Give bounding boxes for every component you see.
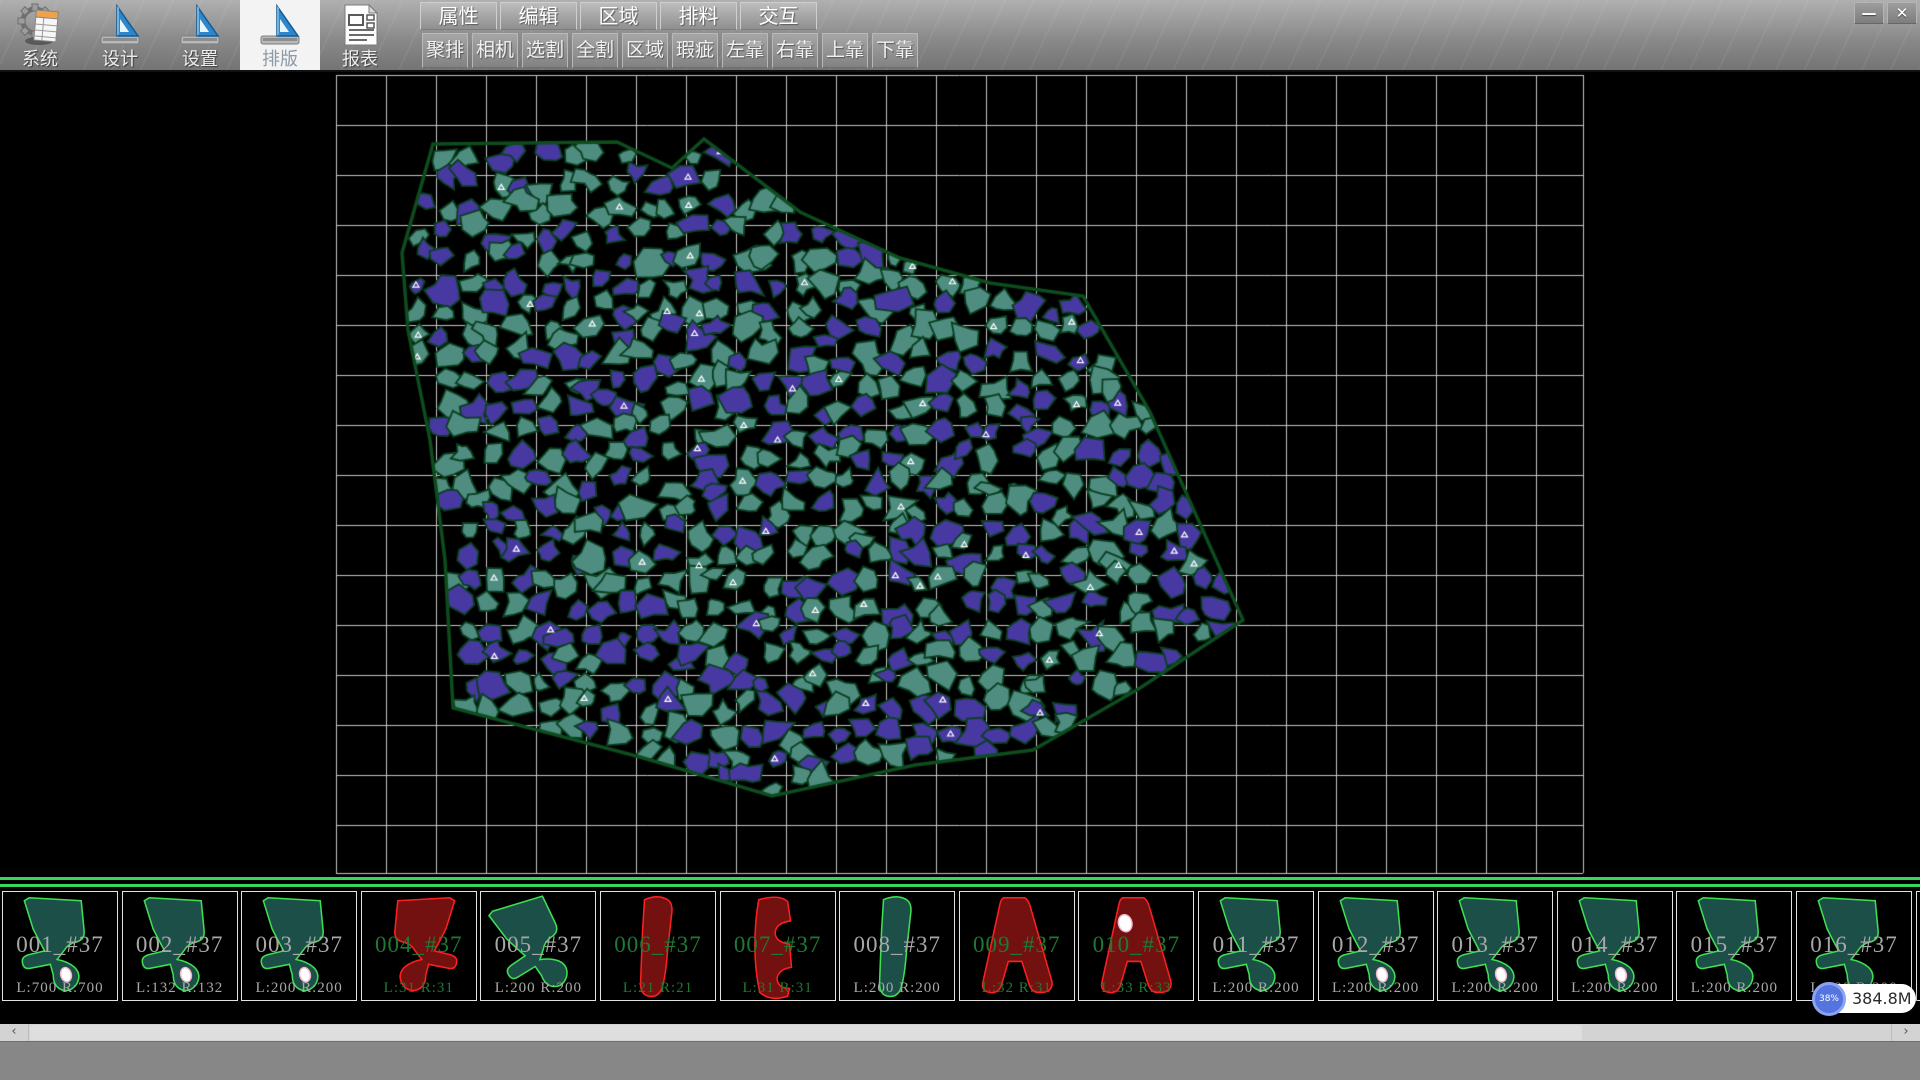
piece-shape (362, 892, 476, 1000)
tool-button-4[interactable]: 全割 (572, 33, 618, 68)
piece-shape (1438, 892, 1552, 1000)
tool-button-6[interactable]: 瑕疵 (672, 33, 718, 68)
piece-thumbnail-011_#37[interactable]: 011_#37 L:200 R:200 (1198, 891, 1314, 1001)
strip-separator (0, 877, 1920, 887)
minimize-button[interactable]: — (1854, 2, 1884, 24)
report-doc-icon (337, 3, 383, 47)
tool-button-9[interactable]: 上靠 (822, 33, 868, 68)
menu-tab-4[interactable]: 排料 (660, 2, 737, 30)
piece-shape (721, 892, 835, 1000)
set-square-icon (257, 3, 303, 47)
main-button-2[interactable]: 设计 (80, 0, 160, 70)
close-button[interactable]: ✕ (1887, 2, 1917, 24)
set-square-icon (177, 3, 223, 47)
main-button-label: 排版 (262, 48, 298, 70)
menu-tab-5[interactable]: 交互 (740, 2, 817, 30)
scroll-left-button[interactable]: ‹ (0, 1024, 29, 1041)
tool-button-7[interactable]: 左靠 (722, 33, 768, 68)
main-button-3[interactable]: 设置 (160, 0, 240, 70)
tool-button-8[interactable]: 右靠 (772, 33, 818, 68)
piece-shape (1677, 892, 1791, 1000)
menu-tab-3[interactable]: 区域 (580, 2, 657, 30)
nesting-canvas[interactable] (0, 72, 1920, 877)
main-button-5[interactable]: 报表 (320, 0, 400, 70)
main-button-label: 设计 (102, 48, 138, 70)
piece-shape (481, 892, 595, 1000)
tool-button-1[interactable]: 聚排 (422, 33, 468, 68)
piece-shape (840, 892, 954, 1000)
memory-badge: 38% 384.8M (1812, 982, 1918, 1016)
horizontal-scrollbar[interactable]: ‹ › (0, 1024, 1920, 1041)
piece-thumbnail-015_#37[interactable]: 015_#37 L:200 R:200 (1676, 891, 1792, 1001)
piece-shape (1079, 892, 1193, 1000)
piece-thumbnail-009_#37[interactable]: 009_#37 L:32 R:31 (959, 891, 1075, 1001)
memory-value: 384.8M (1852, 984, 1912, 1013)
tool-button-3[interactable]: 选割 (522, 33, 568, 68)
piece-shape (242, 892, 356, 1000)
piece-thumbnail-006_#37[interactable]: 006_#37 L:21 R:21 (600, 891, 716, 1001)
tool-buttons: 聚排相机选割全割区域瑕疵左靠右靠上靠下靠 (422, 33, 918, 68)
piece-thumbnail-010_#37[interactable]: 010_#37 L:33 R:33 (1078, 891, 1194, 1001)
menu-tab-1[interactable]: 属性 (420, 2, 497, 30)
piece-shape (1558, 892, 1672, 1000)
main-button-label: 设置 (182, 48, 218, 70)
piece-shape (123, 892, 237, 1000)
piece-thumbnail-008_#37[interactable]: 008_#37 L:200 R:200 (839, 891, 955, 1001)
tool-button-5[interactable]: 区域 (622, 33, 668, 68)
piece-thumbnail-005_#37[interactable]: 005_#37 L:200 R:200 (480, 891, 596, 1001)
menu-tabs: 属性编辑区域排料交互 (420, 2, 817, 30)
piece-thumbnail-strip: 001_#37 L:700 R:700 002_#37 L:132 R:132 … (0, 887, 1920, 1004)
set-square-icon (97, 3, 143, 47)
tool-button-10[interactable]: 下靠 (872, 33, 918, 68)
window-controls: — ✕ (1854, 2, 1917, 24)
scroll-right-button[interactable]: › (1891, 1024, 1920, 1041)
piece-shape (1319, 892, 1433, 1000)
system-gear-icon (17, 3, 63, 47)
main-toolbar: 系统 设计 设置 排版 报表 (0, 0, 400, 70)
menu-tab-2[interactable]: 编辑 (500, 2, 577, 30)
main-button-4[interactable]: 排版 (240, 0, 320, 70)
scrollbar-thumb[interactable] (30, 1025, 1582, 1040)
piece-shape (3, 892, 117, 1000)
piece-thumbnail-004_#37[interactable]: 004_#37 L:31 R:31 (361, 891, 477, 1001)
piece-thumbnail-014_#37[interactable]: 014_#37 L:200 R:200 (1557, 891, 1673, 1001)
main-button-label: 报表 (342, 48, 378, 70)
piece-shape (1199, 892, 1313, 1000)
tool-button-2[interactable]: 相机 (472, 33, 518, 68)
app-window: 系统 设计 设置 排版 报表 属性编辑区域排料交互 聚排相机选割全割区域瑕疵左靠… (0, 0, 1920, 1080)
nesting-canvas-area[interactable] (0, 72, 1920, 877)
separator-line (0, 877, 1920, 880)
main-button-1[interactable]: 系统 (0, 0, 80, 70)
toolbar: 系统 设计 设置 排版 报表 属性编辑区域排料交互 聚排相机选割全割区域瑕疵左靠… (0, 0, 1920, 72)
piece-thumbnail-001_#37[interactable]: 001_#37 L:700 R:700 (2, 891, 118, 1001)
piece-thumbnail-003_#37[interactable]: 003_#37 L:200 R:200 (241, 891, 357, 1001)
piece-thumbnail-002_#37[interactable]: 002_#37 L:132 R:132 (122, 891, 238, 1001)
memory-percent: 38% (1812, 982, 1846, 1016)
piece-shape (960, 892, 1074, 1000)
piece-shape (601, 892, 715, 1000)
piece-thumbnail-007_#37[interactable]: 007_#37 L:31 R:31 (720, 891, 836, 1001)
status-bar (0, 1041, 1920, 1080)
main-button-label: 系统 (22, 48, 58, 70)
piece-thumbnail-013_#37[interactable]: 013_#37 L:200 R:200 (1437, 891, 1553, 1001)
piece-thumbnail-012_#37[interactable]: 012_#37 L:200 R:200 (1318, 891, 1434, 1001)
